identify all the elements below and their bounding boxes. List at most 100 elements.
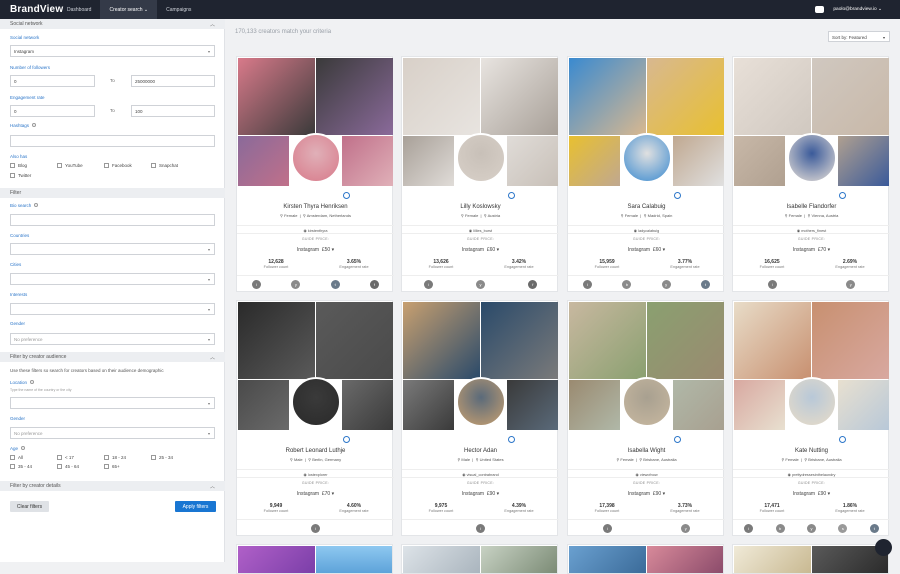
creator-name[interactable]: Isabella Wight [568,448,725,454]
creator-card-partial[interactable] [732,544,889,574]
sort-select[interactable]: Sort by: Featured▾ [828,31,890,42]
yt-icon[interactable]: y [846,280,855,289]
age-under-17[interactable]: < 17 [57,455,74,460]
price-selector[interactable]: Instagram £90 ▾ [733,491,890,497]
engagement-from-input[interactable]: 0 [10,105,95,117]
creator-handle[interactable]: ◉ lillies_burst [402,225,559,234]
help-icon[interactable] [34,203,38,207]
yt-icon[interactable]: y [476,280,485,289]
avatar[interactable] [291,377,341,427]
ig-icon[interactable]: i [252,280,261,289]
age-45-64[interactable]: 45 - 64 [57,464,79,469]
ig-icon[interactable]: i [311,524,320,533]
checkbox-snapchat[interactable]: Snapchat [151,163,178,168]
checkbox-facebook[interactable]: Facebook [104,163,132,168]
countries-select[interactable]: ▾ [10,243,215,255]
price-selector[interactable]: Instagram £60 ▾ [402,247,559,253]
avatar[interactable] [291,133,341,183]
sc-icon[interactable]: s [838,524,847,533]
fb-icon[interactable]: f [370,280,379,289]
creator-name[interactable]: Kirsten Thyra Henriksen [237,204,394,210]
avatar[interactable] [622,377,672,427]
ig-icon[interactable]: i [603,524,612,533]
fb-icon[interactable]: f [528,280,537,289]
user-menu[interactable]: paolo@brandview.io ⌄ [833,7,882,12]
help-icon[interactable] [21,446,25,450]
age-35-44[interactable]: 35 - 44 [10,464,32,469]
nav-creator-search[interactable]: Creator search ⌄ [100,0,157,19]
yt-icon[interactable]: y [807,524,816,533]
help-icon[interactable] [30,380,34,384]
creator-card-partial[interactable] [236,544,393,574]
nav-dashboard[interactable]: Dashboard [58,0,100,19]
clear-filters-button[interactable]: Clear filters [10,501,49,512]
nav-campaigns[interactable]: Campaigns [157,0,200,19]
creator-name[interactable]: Lilly Koslowsky [402,204,559,210]
bio-search-input[interactable] [10,214,215,226]
price-selector[interactable]: Instagram £60 ▾ [568,247,725,253]
tw-icon[interactable]: t [870,524,879,533]
creator-card[interactable]: Isabella Wight⚲ Female | ⚲ Brisbane, Aus… [567,300,724,536]
section-header-audience[interactable]: Filter by creator audience︿ [0,352,225,362]
social-network-select[interactable]: Instagram▾ [10,45,215,57]
ig-icon[interactable]: i [744,524,753,533]
creator-handle[interactable]: ◉ ladycalabuig [568,225,725,234]
creator-handle[interactable]: ◉ prettydressesinthelaundry [733,469,890,478]
tw-icon[interactable]: t [331,280,340,289]
avatar[interactable] [787,377,837,427]
creator-handle[interactable]: ◉ visual_contrabrand [402,469,559,478]
section-header-social[interactable]: Social network︿ [0,19,225,29]
creator-name[interactable]: Hector Adan [402,448,559,454]
age-all[interactable]: All [10,455,23,460]
bl-icon[interactable]: b [776,524,785,533]
avatar[interactable] [787,133,837,183]
creator-name[interactable]: Robert Leonard Luthje [237,448,394,454]
creator-card[interactable]: Lilly Koslowsky⚲ Female | ⚲ Austria◉ lil… [401,56,558,292]
avatar[interactable] [456,133,506,183]
creator-card[interactable]: Kate Nutting⚲ Female | ⚲ Brisbane, Austr… [732,300,889,536]
section-header-filter[interactable]: Filter [0,188,225,198]
yt-icon[interactable]: y [681,524,690,533]
cities-select[interactable]: ▾ [10,273,215,285]
apply-filters-button[interactable]: Apply filters [175,501,216,512]
avatar[interactable] [622,133,672,183]
section-header-details[interactable]: Filter by creator details︿ [0,481,225,491]
age-25-34[interactable]: 25 - 34 [151,455,173,460]
price-selector[interactable]: Instagram £50 ▾ [237,247,394,253]
ig-icon[interactable]: i [583,280,592,289]
followers-from-input[interactable]: 0 [10,75,95,87]
gender-select[interactable]: No preference▾ [10,333,215,345]
creator-card[interactable]: Kirsten Thyra Henriksen⚲ Female | ⚲ Amst… [236,56,393,292]
bl-icon[interactable]: b [622,280,631,289]
engagement-to-input[interactable]: 100 [131,105,215,117]
creator-handle[interactable]: ◉ lostexplorer [237,469,394,478]
interests-select[interactable]: ▾ [10,303,215,315]
chat-icon[interactable] [815,6,824,13]
ig-icon[interactable]: i [768,280,777,289]
checkbox-twitter[interactable]: Twitter [10,173,31,178]
price-selector[interactable]: Instagram £90 ▾ [568,491,725,497]
checkbox-youtube[interactable]: YouTube [57,163,83,168]
creator-name[interactable]: Kate Nutting [733,448,890,454]
creator-card[interactable]: Hector Adan⚲ Male | ⚲ United States◉ vis… [401,300,558,536]
creator-card[interactable]: Isabelle Flandorfer⚲ Female | ⚲ Vienna, … [732,56,889,292]
help-icon[interactable] [32,123,36,127]
hashtags-input[interactable] [10,135,215,147]
tw-icon[interactable]: t [701,280,710,289]
yt-icon[interactable]: y [662,280,671,289]
ig-icon[interactable]: i [476,524,485,533]
creator-handle[interactable]: ◉ kirstenthyra [237,225,394,234]
price-selector[interactable]: Instagram £70 ▾ [733,247,890,253]
age-18-24[interactable]: 18 - 24 [104,455,126,460]
followers-to-input[interactable]: 25000000 [131,75,215,87]
ig-icon[interactable]: i [424,280,433,289]
price-selector[interactable]: Instagram £70 ▾ [237,491,394,497]
yt-icon[interactable]: y [291,280,300,289]
age-65-plus[interactable]: 65+ [104,464,120,469]
creator-handle[interactable]: ◉ viewofnow [568,469,725,478]
avatar[interactable] [456,377,506,427]
price-selector[interactable]: Instagram £90 ▾ [402,491,559,497]
creator-card-partial[interactable] [401,544,558,574]
creator-card-partial[interactable] [567,544,724,574]
location-select[interactable]: ▾ [10,397,215,409]
